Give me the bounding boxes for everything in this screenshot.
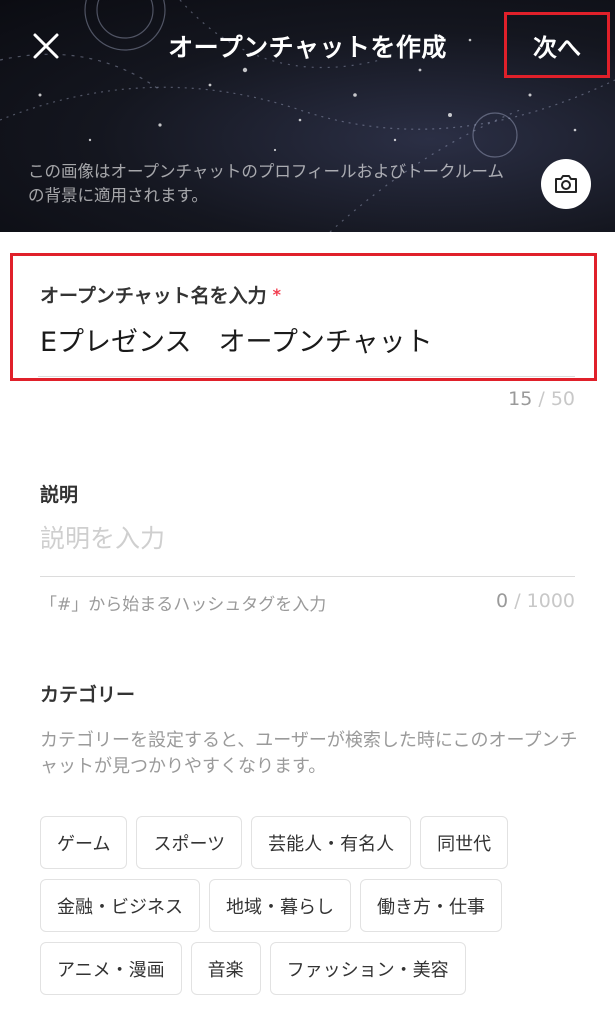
description-input[interactable]	[40, 524, 570, 553]
change-cover-button[interactable]	[541, 159, 591, 209]
category-chip-fashion-beauty[interactable]: ファッション・美容	[269, 942, 466, 995]
required-mark: *	[272, 285, 282, 304]
category-chips: ゲーム スポーツ 芸能人・有名人 同世代 金融・ビジネス 地域・暮らし 働き方・…	[40, 816, 600, 1005]
chip-row: ゲーム スポーツ 芸能人・有名人 同世代	[40, 816, 600, 869]
camera-icon	[555, 175, 577, 193]
description-char-count: 0 / 1000	[496, 590, 575, 612]
name-field-section: オープンチャット名を入力 *	[10, 253, 597, 381]
name-underline	[38, 376, 575, 377]
category-chip-local-life[interactable]: 地域・暮らし	[209, 879, 351, 932]
name-field-label: オープンチャット名を入力 *	[40, 285, 282, 307]
category-chip-music[interactable]: 音楽	[190, 942, 261, 995]
name-input[interactable]	[40, 324, 570, 355]
category-label: カテゴリー	[40, 684, 136, 706]
hashtag-hint: 「#」から始まるハッシュタグを入力	[40, 595, 327, 615]
category-chip-finance-business[interactable]: 金融・ビジネス	[40, 879, 200, 932]
description-label: 説明	[40, 484, 79, 506]
next-button[interactable]: 次へ	[504, 12, 610, 78]
category-chip-game[interactable]: ゲーム	[40, 816, 128, 869]
name-char-count: 15 / 50	[508, 388, 575, 410]
category-chip-sports[interactable]: スポーツ	[136, 816, 243, 869]
chip-row: アニメ・漫画 音楽 ファッション・美容	[40, 942, 600, 995]
description-underline	[40, 576, 575, 577]
category-chip-work[interactable]: 働き方・仕事	[360, 879, 502, 932]
category-chip-same-generation[interactable]: 同世代	[420, 816, 509, 869]
category-chip-anime-manga[interactable]: アニメ・漫画	[40, 942, 182, 995]
background-note: この画像はオープンチャットのプロフィールおよびトークルームの背景に適用されます。	[28, 162, 505, 205]
cover-image-header: オープンチャットを作成 次へ この画像はオープンチャットのプロフィールおよびトー…	[0, 0, 615, 232]
category-chip-celebrity[interactable]: 芸能人・有名人	[251, 816, 412, 869]
category-description: カテゴリーを設定すると、ユーザーが検索した時にこのオープンチャットが見つかりやす…	[40, 730, 578, 777]
chip-row: 金融・ビジネス 地域・暮らし 働き方・仕事	[40, 879, 600, 932]
